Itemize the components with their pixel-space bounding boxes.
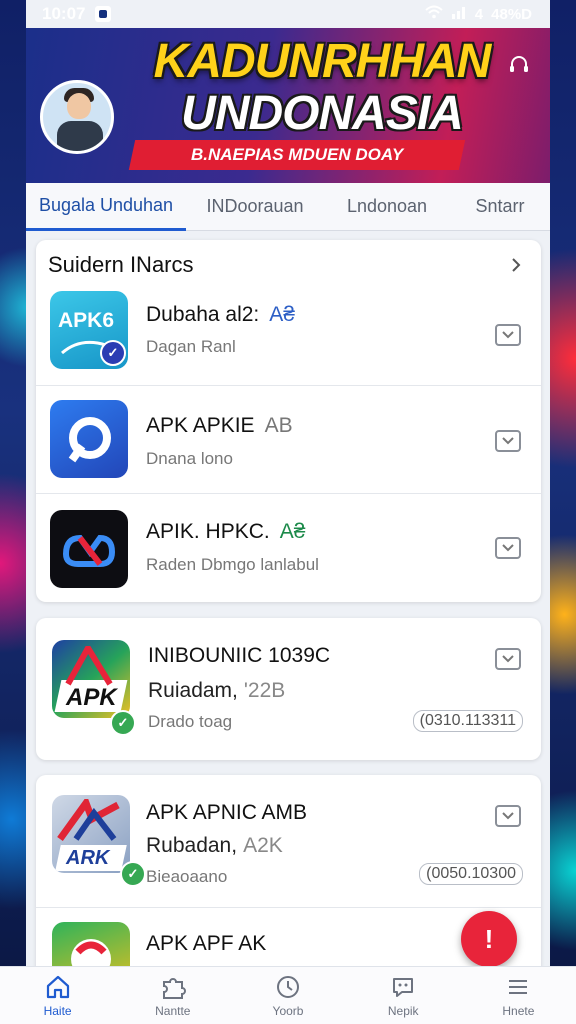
alert-icon: ! [484, 923, 494, 954]
app-subtitle: Bieaoaano [146, 867, 228, 886]
app-name: APIK. HPKC. A₴ [146, 520, 306, 543]
list-item[interactable]: APK6 ✓ Dubaha al2: A₴ Dagan Ranl [36, 285, 541, 385]
app-name: APK APF AK [146, 932, 267, 955]
tab-bugala-unduhan[interactable]: Bugala Unduhan [26, 183, 186, 231]
notification-icon [95, 6, 112, 22]
app-icon: ARK [52, 795, 130, 873]
nav-label: Yoorb [272, 1003, 304, 1018]
list-item[interactable]: ARK ✓ APK APNIC AMB Rubadan, A2K Bieaoaan… [36, 775, 541, 907]
category-tabs: Bugala Unduhan INDoorauan Lndonoan Sntar… [26, 183, 550, 231]
banner-ribbon-text: B.NAEPIAS MDUEN DOAY [190, 145, 404, 164]
status-bar: 10:07 4 48%D [0, 0, 576, 28]
download-button[interactable] [495, 805, 521, 827]
app-card[interactable]: APK ✓ INIBOUNIIC 1039C Ruiadam, '22B Drad… [36, 618, 541, 760]
app-name: Dubaha al2: A₴ [146, 303, 295, 326]
status-indicator-text: 4 [474, 5, 484, 23]
nav-item-menu[interactable]: Hnete [461, 967, 576, 1024]
hero-banner[interactable]: KADUNRHHAN UNDONASIA B.NAEPIAS MDUEN DOA… [26, 28, 550, 183]
bottom-navigation: Haite Nantte Yoorb Nepik Hnete [0, 966, 576, 1024]
nav-item-nepik[interactable]: Nepik [346, 967, 461, 1024]
verified-badge-icon: ✓ [110, 710, 136, 736]
battery-text: 48%D [491, 5, 532, 23]
app-icon [50, 400, 128, 478]
app-subtitle: Dnana lono [146, 449, 233, 468]
nav-item-nantte[interactable]: Nantte [115, 967, 230, 1024]
banner-ribbon: B.NAEPIAS MDUEN DOAY [128, 140, 466, 170]
apps-section-card: Suidern INarcs APK6 ✓ Dubaha al2: A₴ Daga… [36, 240, 541, 602]
signal-icon [451, 5, 467, 23]
app-subtitle: Drado toag [148, 712, 233, 731]
tab-indoorauan[interactable]: INDoorauan [186, 183, 324, 231]
action-fab[interactable]: ! [461, 911, 517, 967]
tab-lndonoan[interactable]: Lndonoan [324, 183, 450, 231]
headset-icon[interactable] [508, 54, 530, 76]
verified-badge-icon: ✓ [120, 861, 146, 887]
list-item[interactable]: APK APKIE AB Dnana lono [36, 385, 541, 493]
app-screen: KADUNRHHAN UNDONASIA B.NAEPIAS MDUEN DOA… [26, 0, 550, 1024]
banner-title-line2: UNDONASIA [181, 87, 464, 140]
app-icon-text: APK [66, 684, 117, 711]
wifi-icon [425, 5, 443, 23]
app-name: APK APKIE AB [146, 414, 293, 437]
nav-label: Haite [43, 1003, 72, 1018]
app-icon: APK [52, 640, 130, 718]
banner-title-line1: KADUNRHHAN [153, 35, 492, 88]
app-meta-pill: (0310.113311 [412, 710, 523, 732]
nav-item-yoorb[interactable]: Yoorb [230, 967, 345, 1024]
app-publisher: Ruiadam, '22B [148, 679, 286, 702]
app-meta-pill: (0050.10300 [419, 863, 523, 885]
download-button[interactable] [495, 537, 521, 559]
app-icon-text: APK6 [58, 309, 115, 332]
tab-sntarr[interactable]: Sntarr [450, 183, 550, 231]
app-publisher: Rubadan, A2K [146, 834, 283, 857]
section-title: Suidern INarcs [48, 252, 194, 277]
chat-icon [393, 977, 414, 997]
app-subtitle: Raden Dbmgo lanlabul [146, 555, 319, 574]
home-icon [46, 975, 69, 998]
download-button[interactable] [495, 648, 521, 670]
avatar[interactable] [40, 80, 114, 154]
verified-badge-icon: ✓ [100, 340, 126, 366]
menu-icon [509, 979, 528, 994]
app-icon-text: ARK [66, 847, 110, 869]
chevron-right-icon[interactable] [509, 258, 523, 272]
puzzle-icon [162, 977, 186, 999]
nav-label: Hnete [502, 1003, 535, 1018]
download-button[interactable] [495, 430, 521, 452]
nav-item-home[interactable]: Haite [0, 967, 115, 1024]
nav-label: Nepik [387, 1003, 419, 1018]
app-name: APK APNIC AMB [146, 801, 308, 824]
status-time: 10:07 [42, 4, 86, 23]
download-button[interactable] [495, 324, 521, 346]
app-subtitle: Dagan Ranl [146, 337, 236, 356]
clock-icon [277, 975, 299, 998]
app-icon [50, 510, 128, 588]
nav-label: Nantte [155, 1003, 191, 1018]
list-item[interactable]: APIK. HPKC. A₴ Raden Dbmgo lanlabul [36, 493, 541, 602]
app-name: INIBOUNIIC 1039C [148, 644, 331, 667]
